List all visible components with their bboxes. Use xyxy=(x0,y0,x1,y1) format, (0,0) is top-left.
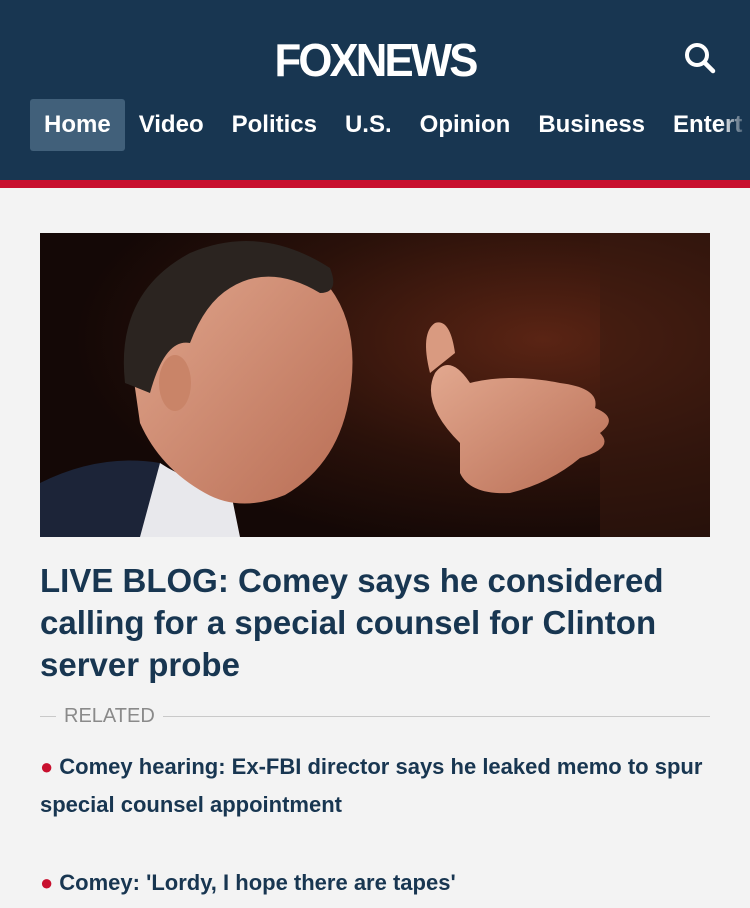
divider-rule xyxy=(40,715,56,717)
nav-item-home[interactable]: Home xyxy=(30,99,125,151)
site-header xyxy=(0,0,750,180)
main-headline[interactable]: LIVE BLOG: Comey says he considered call… xyxy=(40,560,710,686)
related-divider: RELATED xyxy=(40,705,710,727)
related-link[interactable]: ● Comey: 'Lordy, I hope there are tapes' xyxy=(40,864,710,902)
bullet-icon: ● xyxy=(40,754,54,779)
nav-item-video[interactable]: Video xyxy=(125,99,218,151)
header-accent-bar xyxy=(0,180,750,188)
main-nav: Home Video Politics U.S. Opinion Busines… xyxy=(30,99,750,151)
nav-scroll-fade xyxy=(720,99,750,151)
related-link-text: Comey hearing: Ex-FBI director says he l… xyxy=(40,754,703,817)
search-icon[interactable] xyxy=(680,38,720,78)
bullet-icon: ● xyxy=(40,870,54,895)
hero-image[interactable] xyxy=(40,233,710,537)
fox-news-logo[interactable]: FOXNEWS xyxy=(19,32,732,88)
related-label: RELATED xyxy=(64,705,155,727)
nav-item-business[interactable]: Business xyxy=(524,99,659,151)
nav-item-politics[interactable]: Politics xyxy=(218,99,331,151)
related-link-text: Comey: 'Lordy, I hope there are tapes' xyxy=(59,870,456,895)
divider-rule xyxy=(162,715,710,717)
related-link[interactable]: ● Comey hearing: Ex-FBI director says he … xyxy=(40,748,710,824)
nav-item-us[interactable]: U.S. xyxy=(331,99,406,151)
nav-item-opinion[interactable]: Opinion xyxy=(406,99,525,151)
